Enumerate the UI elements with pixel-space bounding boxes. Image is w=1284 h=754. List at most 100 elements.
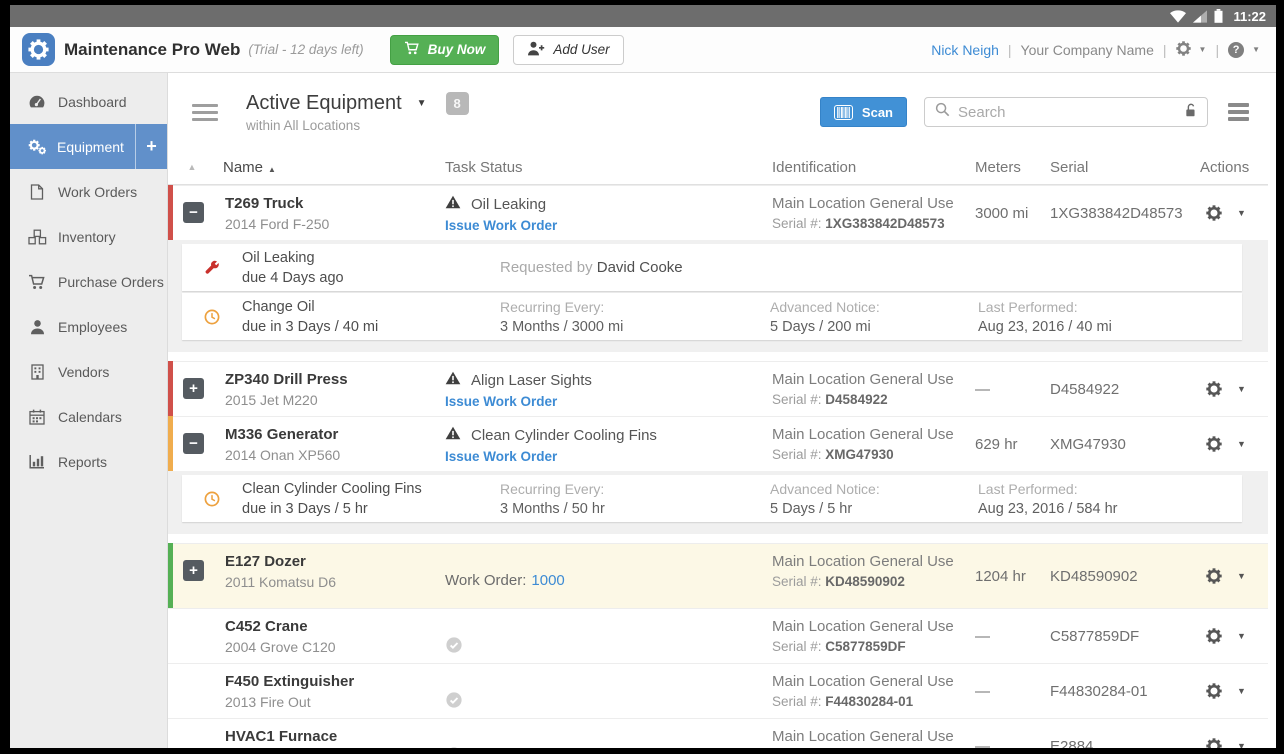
row-actions-dropdown[interactable]: ▼ <box>1237 631 1246 641</box>
sidebar-item-vendors[interactable]: Vendors <box>10 349 167 394</box>
task-detail-card: Change Oil due in 3 Days / 40 mi Recurring… <box>182 293 1242 340</box>
collapse-row-button[interactable]: − <box>183 202 204 223</box>
actions-cell: ▼ <box>1193 417 1268 471</box>
equipment-row[interactable]: HVAC1 FurnaceTraneMain Location General … <box>168 718 1268 748</box>
column-header-name[interactable]: Name ▲ <box>216 159 438 176</box>
task-status-cell: Work Order: 1000 <box>438 544 765 608</box>
column-header-meters[interactable]: Meters <box>968 159 1043 176</box>
equipment-row[interactable]: F450 Extinguisher 2013 Fire Out Main Locat… <box>168 663 1268 718</box>
scan-button[interactable]: Scan <box>819 97 907 127</box>
expand-row-button[interactable]: + <box>183 378 204 399</box>
task-text: Oil Leaking <box>471 195 547 213</box>
user-plus-icon <box>527 41 545 59</box>
row-actions-dropdown[interactable]: ▼ <box>1237 571 1246 581</box>
sidebar-item-equipment[interactable]: Equipment + <box>10 124 167 169</box>
task-text: Clean Cylinder Cooling Fins <box>471 426 657 444</box>
row-actions-dropdown[interactable]: ▼ <box>1237 686 1246 696</box>
row-settings-button[interactable] <box>1206 683 1222 699</box>
issue-work-order-link[interactable]: Issue Work Order <box>445 218 557 233</box>
collapse-row-button[interactable]: − <box>183 433 204 454</box>
equipment-name: T269 Truck <box>225 195 304 212</box>
sidebar-item-dashboard[interactable]: Dashboard <box>10 79 167 124</box>
row-actions-dropdown[interactable]: ▼ <box>1237 439 1246 449</box>
issue-work-order-link[interactable]: Issue Work Order <box>445 449 557 464</box>
row-settings-button[interactable] <box>1206 628 1222 644</box>
app-header: Maintenance Pro Web (Trial - 12 days lef… <box>10 27 1276 73</box>
serial-number: KD48590902 <box>825 574 905 589</box>
identification-cell: Main Location General Use Serial #: F4483… <box>765 664 968 718</box>
serial-cell: XMG47930 <box>1050 435 1126 453</box>
detail-task-title: Oil Leaking <box>242 249 315 266</box>
equipment-row[interactable]: + ZP340 Drill Press 2015 Jet M220 Align Las… <box>168 361 1268 416</box>
table-header: ▲ Name ▲ Task Status Identification Meter… <box>168 151 1268 185</box>
sidebar-item-reports[interactable]: Reports <box>10 439 167 484</box>
record-count-badge: 8 <box>445 91 469 115</box>
chevron-down-icon: ▼ <box>416 97 427 109</box>
sidebar: Dashboard Equipment + Work Orders Inventory P… <box>10 73 168 748</box>
serial-cell: E2884 <box>1050 737 1094 749</box>
row-settings-button[interactable] <box>1206 205 1222 221</box>
equipment-model: 2014 Onan XP560 <box>225 447 341 463</box>
row-settings-button[interactable] <box>1206 568 1222 584</box>
task-status-cell: Oil Leaking Issue Work Order <box>438 186 765 240</box>
column-header-actions: Actions <box>1200 159 1250 176</box>
sidebar-item-work-orders[interactable]: Work Orders <box>10 169 167 214</box>
row-actions-dropdown[interactable]: ▼ <box>1237 741 1246 748</box>
view-selector[interactable]: Active Equipment ▼ 8 <box>246 91 469 115</box>
help-menu-button[interactable]: ? ▼ <box>1228 41 1260 58</box>
location-text: Main Location General Use <box>772 371 954 388</box>
add-equipment-button[interactable]: + <box>134 124 167 169</box>
search-input[interactable] <box>958 103 1174 121</box>
serial-number: 1XG383842D48573 <box>825 216 945 231</box>
column-header-expander[interactable]: ▲ <box>168 163 216 172</box>
actions-cell: ▼ <box>1193 186 1268 240</box>
warning-icon <box>445 371 461 389</box>
battery-icon <box>1214 9 1223 23</box>
serial-number: XMG47930 <box>825 447 894 462</box>
buy-now-button[interactable]: Buy Now <box>389 34 500 65</box>
sidebar-toggle-button[interactable] <box>190 100 220 125</box>
equipment-name: E127 Dozer <box>225 553 306 570</box>
equipment-row[interactable]: + E127 Dozer 2011 Komatsu D6 Work Order: 10… <box>168 543 1268 608</box>
row-actions-dropdown[interactable]: ▼ <box>1237 208 1246 218</box>
row-settings-button[interactable] <box>1206 381 1222 397</box>
detail-field: Recurring Every: 3 Months / 50 hr <box>500 480 605 517</box>
task-detail-card: Clean Cylinder Cooling Fins due in 3 Days… <box>182 475 1242 522</box>
sort-asc-icon: ▲ <box>268 165 276 174</box>
work-order-number-link[interactable]: 1000 <box>531 572 564 589</box>
location-text: Main Location General Use <box>772 618 954 635</box>
add-user-button[interactable]: Add User <box>513 34 624 65</box>
list-options-button[interactable] <box>1225 100 1252 124</box>
detail-task-title: Change Oil <box>242 298 315 315</box>
sidebar-item-purchase-orders[interactable]: Purchase Orders <box>10 259 167 304</box>
row-settings-button[interactable] <box>1206 436 1222 452</box>
expand-row-button[interactable]: + <box>183 560 204 581</box>
settings-menu-button[interactable]: ▼ <box>1175 40 1206 59</box>
identification-cell: Main Location General Use Serial #: 1XG38… <box>765 186 968 240</box>
check-circle-icon <box>445 691 463 714</box>
row-settings-button[interactable] <box>1206 738 1222 748</box>
sidebar-item-employees[interactable]: Employees <box>10 304 167 349</box>
actions-cell: ▼ <box>1193 544 1268 608</box>
equipment-row[interactable]: − T269 Truck 2014 Ford F-250 Oil Leaking Iss… <box>168 185 1268 240</box>
sidebar-item-calendars[interactable]: Calendars <box>10 394 167 439</box>
cellular-signal-icon <box>1193 9 1208 23</box>
serial-cell: D4584922 <box>1050 380 1120 398</box>
issue-work-order-link[interactable]: Issue Work Order <box>445 394 557 409</box>
tablet-screen: 11:22 Maintenance Pro Web (Trial - 12 da… <box>10 5 1276 748</box>
sidebar-item-inventory[interactable]: Inventory <box>10 214 167 259</box>
column-header-identification[interactable]: Identification <box>765 159 968 176</box>
detail-task-due: due in 3 Days / 5 hr <box>242 500 368 517</box>
column-header-serial[interactable]: Serial <box>1043 159 1193 176</box>
column-header-task-status[interactable]: Task Status <box>438 159 765 176</box>
equipment-row[interactable]: C452 Crane 2004 Grove C120 Main Location G… <box>168 608 1268 663</box>
page-title: Active Equipment <box>246 91 402 114</box>
unlock-icon[interactable] <box>1182 103 1197 122</box>
row-actions-dropdown[interactable]: ▼ <box>1237 384 1246 394</box>
work-order-label: Work Order: <box>445 572 527 589</box>
equipment-row[interactable]: − M336 Generator 2014 Onan XP560 Clean Cyli… <box>168 416 1268 471</box>
task-status-cell <box>438 609 765 663</box>
severity-bar <box>168 663 173 718</box>
user-name-link[interactable]: Nick Neigh <box>931 42 999 58</box>
meters-cell: — <box>975 380 990 398</box>
